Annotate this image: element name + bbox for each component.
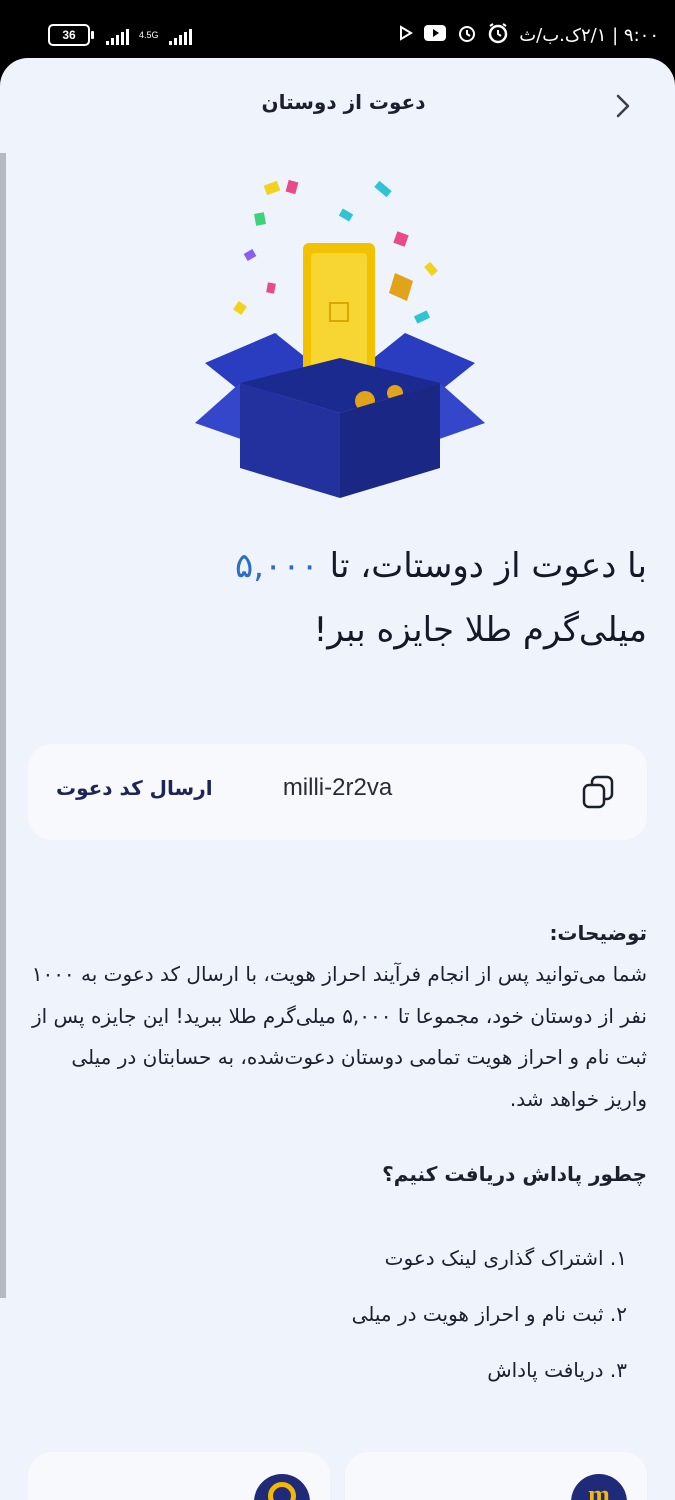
status-time: ۹:۰۰ | ۲/۱ک.ب/ث xyxy=(519,25,659,46)
play-icon xyxy=(399,25,414,46)
page-title: دعوت از دوستان xyxy=(261,90,426,114)
description-section: توضیحات: شما می‌توانید پس از انجام فرآین… xyxy=(28,916,647,1120)
step-item: ۲. ثبت نام و احراز هویت در میلی xyxy=(351,1302,627,1326)
status-left: 36 4.5G xyxy=(48,24,192,46)
how-to-title: چطور پاداش دریافت کنیم؟ xyxy=(382,1162,647,1186)
header: دعوت از دوستان xyxy=(0,58,675,150)
invite-code-card: milli-2r2va ارسال کد دعوت xyxy=(28,744,647,840)
step-item: ۳. دریافت پاداش xyxy=(487,1358,627,1382)
description-title: توضیحات: xyxy=(549,921,647,945)
signal-icon-2 xyxy=(168,25,192,45)
battery-icon: 36 xyxy=(48,24,94,46)
gift-box-illustration xyxy=(185,173,495,513)
bottom-card-left[interactable] xyxy=(28,1452,330,1500)
main-sheet: دعوت از دوستان با دعوت از دوستات، تا ۵,۰… xyxy=(0,58,675,1500)
send-invite-code-button[interactable]: ارسال کد دعوت xyxy=(56,776,213,800)
youtube-icon xyxy=(423,24,447,47)
headline-part2: میلی‌گرم طلا جایزه ببر! xyxy=(313,610,647,650)
status-bar: 36 4.5G ۹:۰۰ | ۲/۱ک.ب/ث xyxy=(0,0,675,62)
headline: با دعوت از دوستات، تا ۵,۰۰۰ میلی‌گرم طلا… xyxy=(28,534,647,662)
coin-icon xyxy=(254,1474,310,1500)
alarm-icon xyxy=(457,23,477,48)
alarm-clock-icon xyxy=(487,22,509,49)
chevron-right-icon[interactable] xyxy=(613,92,633,120)
steps-list: ۱. اشتراک گذاری لینک دعوت ۲. ثبت نام و ا… xyxy=(28,1230,627,1398)
description-body: شما می‌توانید پس از انجام فرآیند احراز ه… xyxy=(31,962,647,1111)
status-right: ۹:۰۰ | ۲/۱ک.ب/ث xyxy=(399,22,659,49)
step-item: ۱. اشتراک گذاری لینک دعوت xyxy=(384,1246,627,1270)
bottom-card-right[interactable]: m xyxy=(345,1452,647,1500)
signal-icon xyxy=(106,25,129,45)
network-label: 4.5G xyxy=(139,30,159,40)
scroll-indicator xyxy=(0,153,6,1298)
copy-icon[interactable] xyxy=(581,774,615,810)
milli-logo-icon: m xyxy=(571,1474,627,1500)
headline-amount: ۵,۰۰۰ xyxy=(234,546,319,586)
headline-part1: با دعوت از دوستات، تا xyxy=(318,546,647,586)
